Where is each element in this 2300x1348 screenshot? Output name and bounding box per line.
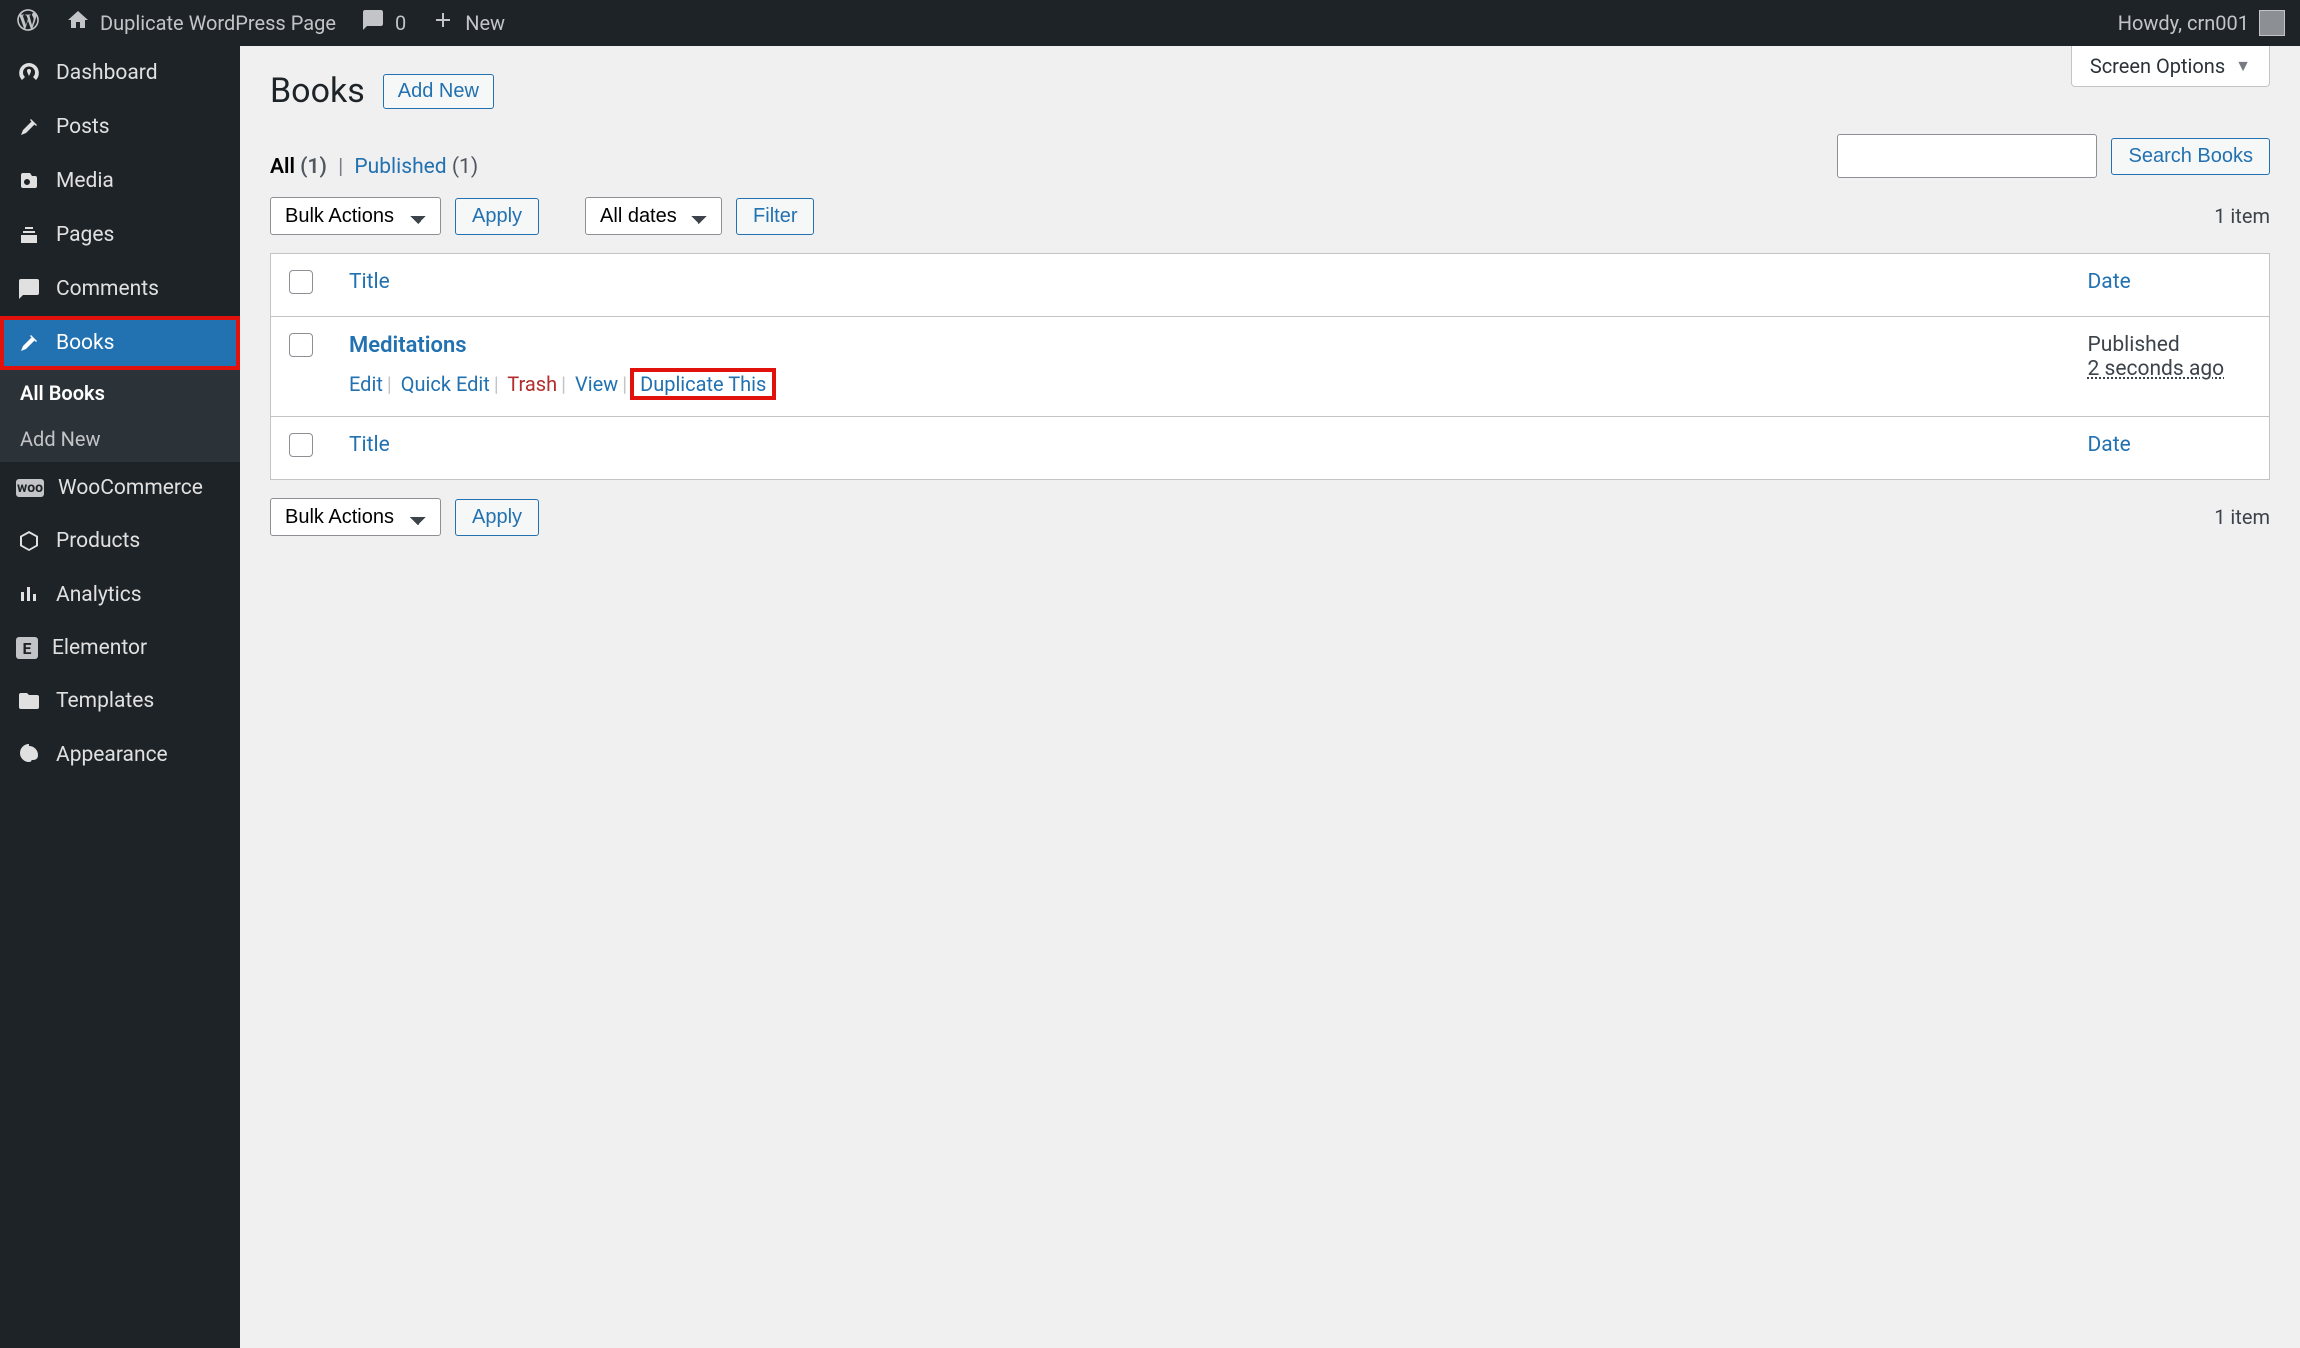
media-icon <box>16 168 42 194</box>
select-all-checkbox-footer[interactable] <box>289 433 313 457</box>
apply-button-bottom[interactable]: Apply <box>455 499 539 536</box>
col-title[interactable]: Title <box>349 270 390 294</box>
menu-media[interactable]: Media <box>0 154 240 208</box>
action-edit[interactable]: Edit <box>349 372 383 396</box>
menu-label: Elementor <box>52 636 147 660</box>
action-view[interactable]: View <box>575 372 618 396</box>
chevron-down-icon: ▼ <box>2235 56 2251 76</box>
menu-dashboard[interactable]: Dashboard <box>0 46 240 100</box>
menu-posts[interactable]: Posts <box>0 100 240 154</box>
posts-table: Title Date Meditations Edit| Quick Edit|… <box>270 253 2270 480</box>
plus-icon <box>431 8 455 38</box>
new-link[interactable]: New <box>431 8 505 38</box>
highlight-annotation: Duplicate This <box>630 368 776 400</box>
menu-label: Comments <box>56 277 159 301</box>
view-filters: All (1) | Published (1) <box>270 155 478 179</box>
menu-label: Analytics <box>56 583 142 607</box>
filter-button[interactable]: Filter <box>736 198 814 235</box>
bulk-actions-select[interactable]: Bulk Actions <box>270 197 441 235</box>
menu-products[interactable]: Products <box>0 514 240 568</box>
howdy-text: Howdy, crn001 <box>2118 11 2249 35</box>
avatar-icon <box>2259 10 2285 36</box>
filter-published[interactable]: Published (1) <box>354 155 478 179</box>
site-name: Duplicate WordPress Page <box>100 11 336 35</box>
admin-bar: Duplicate WordPress Page 0 New Howdy, cr… <box>0 0 2300 46</box>
page-title: Books <box>270 71 365 111</box>
new-label: New <box>465 11 505 35</box>
home-icon <box>66 8 90 38</box>
comments-link[interactable]: 0 <box>361 8 406 38</box>
add-new-button[interactable]: Add New <box>383 74 494 109</box>
screen-options-toggle[interactable]: Screen Options ▼ <box>2071 46 2270 87</box>
menu-analytics[interactable]: Analytics <box>0 568 240 622</box>
pin-icon <box>16 114 42 140</box>
col-date-footer[interactable]: Date <box>2088 433 2131 457</box>
col-title-footer[interactable]: Title <box>349 433 390 457</box>
menu-appearance[interactable]: Appearance <box>0 728 240 782</box>
row-checkbox[interactable] <box>289 333 313 357</box>
comment-icon <box>361 8 385 38</box>
submenu-all-books[interactable]: All Books <box>0 370 240 416</box>
row-time: 2 seconds ago <box>2088 357 2252 381</box>
item-count-top: 1 item <box>2214 204 2270 228</box>
user-menu[interactable]: Howdy, crn001 <box>2118 10 2285 36</box>
filter-all[interactable]: All (1) <box>270 155 327 179</box>
menu-pages[interactable]: Pages <box>0 208 240 262</box>
screen-options-label: Screen Options <box>2090 54 2225 78</box>
menu-woocommerce[interactable]: woo WooCommerce <box>0 462 240 514</box>
date-filter-select[interactable]: All dates <box>585 197 722 235</box>
submenu-books: All Books Add New <box>0 370 240 462</box>
action-trash[interactable]: Trash <box>507 372 557 396</box>
row-actions: Edit| Quick Edit| Trash| View| Duplicate… <box>349 368 2052 400</box>
item-count-bottom: 1 item <box>2214 505 2270 529</box>
admin-sidebar: Dashboard Posts Media Pages Comments Boo… <box>0 46 240 1348</box>
menu-label: Media <box>56 169 114 193</box>
elementor-icon: E <box>16 637 38 659</box>
menu-label: Posts <box>56 115 110 139</box>
pin-icon <box>16 330 42 356</box>
table-row: Meditations Edit| Quick Edit| Trash| Vie… <box>271 317 2270 417</box>
comments-count: 0 <box>395 11 406 35</box>
analytics-icon <box>16 582 42 608</box>
row-title-link[interactable]: Meditations <box>349 333 467 358</box>
menu-comments[interactable]: Comments <box>0 262 240 316</box>
appearance-icon <box>16 742 42 768</box>
action-quick-edit[interactable]: Quick Edit <box>401 372 490 396</box>
select-all-checkbox[interactable] <box>289 270 313 294</box>
comments-icon <box>16 276 42 302</box>
menu-label: WooCommerce <box>58 476 203 500</box>
menu-label: Books <box>56 331 115 355</box>
menu-label: Templates <box>56 689 154 713</box>
submenu-add-new[interactable]: Add New <box>0 416 240 462</box>
menu-elementor[interactable]: E Elementor <box>0 622 240 674</box>
site-link[interactable]: Duplicate WordPress Page <box>66 8 336 38</box>
wp-logo[interactable] <box>15 7 41 39</box>
products-icon <box>16 528 42 554</box>
row-status: Published <box>2088 333 2252 357</box>
action-duplicate[interactable]: Duplicate This <box>640 372 766 396</box>
menu-templates[interactable]: Templates <box>0 674 240 728</box>
menu-books[interactable]: Books <box>0 316 240 370</box>
dashboard-icon <box>16 60 42 86</box>
templates-icon <box>16 688 42 714</box>
woo-icon: woo <box>16 479 44 497</box>
wordpress-icon <box>15 7 41 39</box>
menu-label: Dashboard <box>56 61 158 85</box>
search-input[interactable] <box>1837 134 2097 178</box>
menu-label: Products <box>56 529 140 553</box>
search-button[interactable]: Search Books <box>2111 138 2270 175</box>
pages-icon <box>16 222 42 248</box>
col-date[interactable]: Date <box>2088 270 2131 294</box>
bulk-actions-select-bottom[interactable]: Bulk Actions <box>270 498 441 536</box>
apply-button[interactable]: Apply <box>455 198 539 235</box>
menu-label: Appearance <box>56 743 168 767</box>
menu-label: Pages <box>56 223 114 247</box>
